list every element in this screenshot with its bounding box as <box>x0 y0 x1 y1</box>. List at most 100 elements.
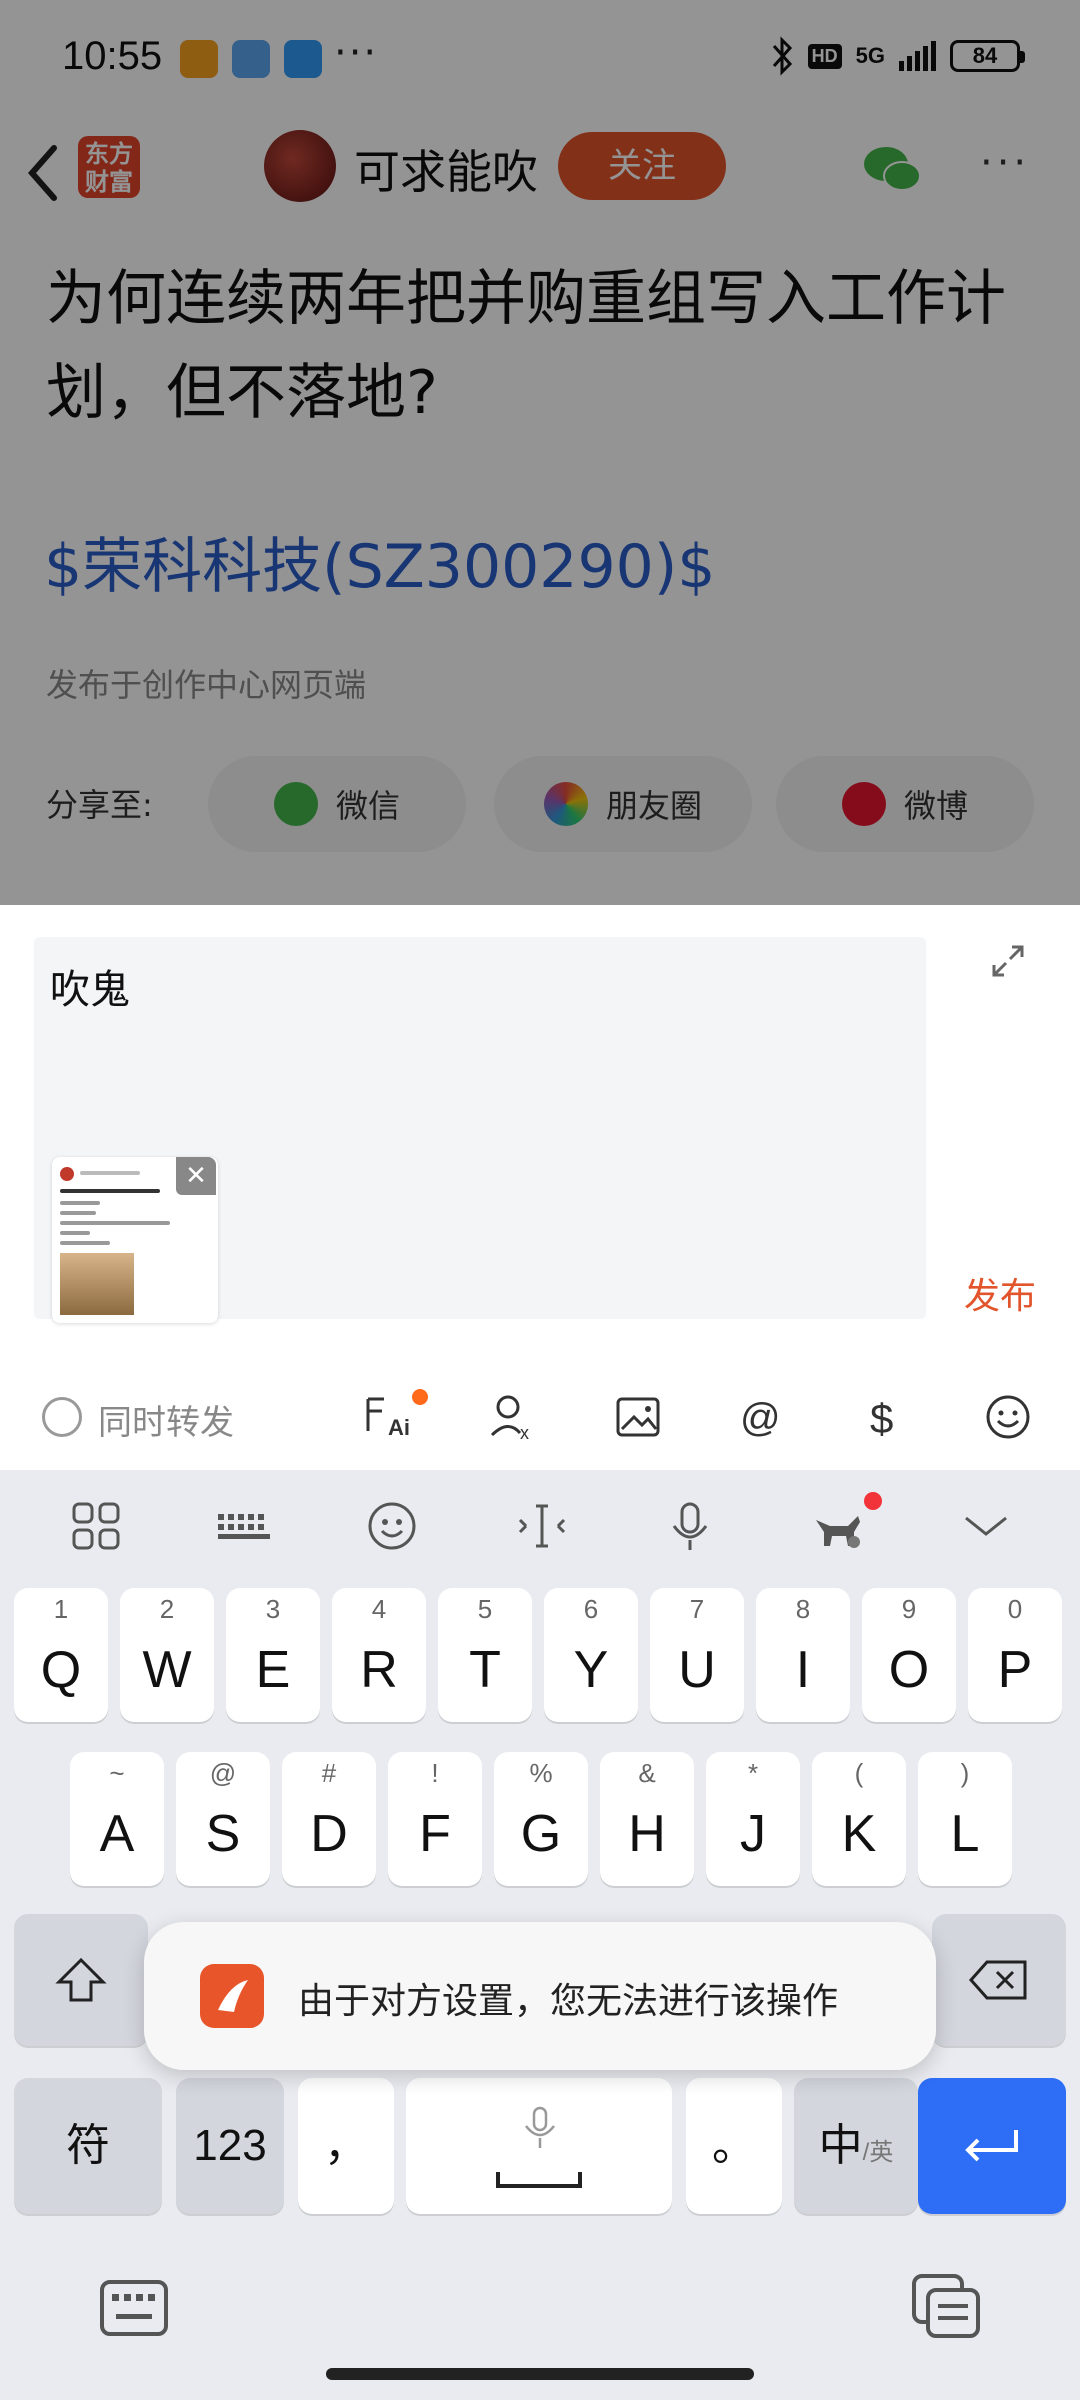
space-icon <box>496 2172 582 2188</box>
shift-key[interactable] <box>14 1914 148 2046</box>
repost-checkbox[interactable] <box>42 1397 82 1437</box>
remove-attachment-button[interactable]: ✕ <box>176 1157 216 1195</box>
key-label: P <box>997 1641 1033 1699</box>
key-hint-label: ! <box>431 1758 439 1788</box>
svg-text:x: x <box>520 1423 529 1443</box>
key-label: Q <box>40 1641 82 1699</box>
svg-text:@: @ <box>740 1396 781 1440</box>
stock-dollar-icon[interactable]: $ <box>856 1389 912 1445</box>
key-label: R <box>360 1641 398 1699</box>
key-hint-label: 9 <box>901 1594 917 1624</box>
key-s[interactable]: @ S <box>176 1752 270 1886</box>
comment-input[interactable]: 吹鬼 ✕ <box>34 937 926 1323</box>
space-key[interactable] <box>406 2078 672 2214</box>
toast-message: 由于对方设置，您无法进行该操作 <box>298 1981 839 2022</box>
key-f[interactable]: ! F <box>388 1752 482 1886</box>
key-label: W <box>142 1641 192 1699</box>
ai-assistant-icon[interactable] <box>810 1498 866 1554</box>
mention-icon[interactable]: @ <box>734 1389 790 1445</box>
key-e[interactable]: 3E <box>226 1588 320 1722</box>
keyboard-switch-icon[interactable] <box>98 2276 170 2340</box>
key-hint-label: & <box>638 1758 656 1788</box>
key-u[interactable]: 7U <box>650 1588 744 1722</box>
key-w[interactable]: 2W <box>120 1588 214 1722</box>
key-hint-label: * <box>747 1758 759 1788</box>
comma-key[interactable]: ， <box>298 2078 394 2214</box>
key-o[interactable]: 9O <box>862 1588 956 1722</box>
svg-text:$: $ <box>870 1395 893 1442</box>
language-main-label: 中 <box>818 2121 863 2170</box>
keyboard-layout-icon[interactable] <box>216 1498 272 1554</box>
key-r[interactable]: 4R <box>332 1588 426 1722</box>
ai-ask-icon[interactable]: Ai <box>360 1389 416 1445</box>
key-label: G <box>520 1805 562 1863</box>
key-d[interactable]: # D <box>282 1752 376 1886</box>
numbers-key[interactable]: 123 <box>176 2078 284 2214</box>
key-l[interactable]: ) L <box>918 1752 1012 1886</box>
voice-to-text-icon[interactable]: x <box>484 1389 540 1445</box>
key-h[interactable]: & H <box>600 1752 694 1886</box>
period-key[interactable]: 。 <box>686 2078 782 2214</box>
repost-label[interactable]: 同时转发 <box>98 1395 234 1444</box>
key-label: T <box>469 1641 501 1699</box>
language-sub-label: /英 <box>862 2139 894 2166</box>
key-hint-label: 4 <box>371 1594 387 1624</box>
key-label: O <box>888 1641 930 1699</box>
comment-sheet: 吹鬼 ✕ 发布 同时转发 Ai x @ $ <box>0 905 1080 1470</box>
keyboard-bottom-row <box>0 2250 1080 2400</box>
image-icon[interactable] <box>610 1389 666 1445</box>
key-label: Y <box>573 1641 609 1699</box>
key-label: I <box>795 1641 811 1699</box>
backspace-key[interactable] <box>932 1914 1066 2046</box>
enter-key[interactable] <box>918 2078 1066 2214</box>
symbols-key[interactable]: 符 <box>14 2078 162 2214</box>
comment-input-text[interactable]: 吹鬼 <box>50 957 130 1015</box>
modal-overlay[interactable] <box>0 0 1080 905</box>
key-label: E <box>255 1641 291 1699</box>
home-indicator[interactable] <box>326 2368 754 2380</box>
key-hint-label: @ <box>209 1758 237 1788</box>
svg-text:Ai: Ai <box>388 1415 410 1440</box>
microphone-icon[interactable] <box>662 1498 718 1554</box>
key-label: S <box>205 1805 241 1863</box>
emoji-icon[interactable] <box>980 1389 1036 1445</box>
key-label: U <box>678 1641 716 1699</box>
key-i[interactable]: 8I <box>756 1588 850 1722</box>
cursor-move-icon[interactable] <box>514 1498 570 1554</box>
language-switch-key[interactable]: 中/英 <box>794 2078 918 2214</box>
publish-button[interactable]: 发布 <box>964 1267 1036 1319</box>
key-hint-label: 2 <box>159 1594 175 1624</box>
key-label: D <box>310 1805 348 1863</box>
emoji-icon[interactable] <box>364 1498 420 1554</box>
key-hint-label: % <box>529 1758 553 1788</box>
key-t[interactable]: 5T <box>438 1588 532 1722</box>
clipboard-icon[interactable] <box>910 2272 982 2340</box>
key-y[interactable]: 6Y <box>544 1588 638 1722</box>
key-hint-label: 6 <box>583 1594 599 1624</box>
enter-icon <box>965 2130 1018 2162</box>
key-hint-label: 5 <box>477 1594 493 1624</box>
collapse-keyboard-icon[interactable] <box>958 1498 1014 1554</box>
key-hint-label: ~ <box>109 1758 125 1788</box>
key-label: K <box>841 1805 877 1863</box>
key-hint-label: 7 <box>689 1594 705 1624</box>
attachment-image <box>60 1253 134 1315</box>
toast-notification: 由于对方设置，您无法进行该操作 <box>144 1922 936 2070</box>
key-hint-label: ( <box>854 1758 864 1788</box>
key-hint-label: 8 <box>795 1594 811 1624</box>
key-a[interactable]: ~ A <box>70 1752 164 1886</box>
key-q[interactable]: 1Q <box>14 1588 108 1722</box>
app-logo-icon <box>200 1964 264 2028</box>
key-k[interactable]: (K <box>812 1752 906 1886</box>
key-hint-label: # <box>321 1758 337 1788</box>
key-hint-label: 0 <box>1007 1594 1023 1624</box>
key-label: H <box>628 1805 666 1863</box>
key-p[interactable]: 0P <box>968 1588 1062 1722</box>
comment-toolbar: 同时转发 Ai x @ $ <box>0 1375 1080 1465</box>
key-hint-label: 3 <box>265 1594 281 1624</box>
expand-icon[interactable] <box>990 943 1026 979</box>
key-g[interactable]: % G <box>494 1752 588 1886</box>
apps-grid-icon[interactable] <box>68 1498 124 1554</box>
key-j[interactable]: * J <box>706 1752 800 1886</box>
ai-notification-dot <box>412 1389 428 1405</box>
